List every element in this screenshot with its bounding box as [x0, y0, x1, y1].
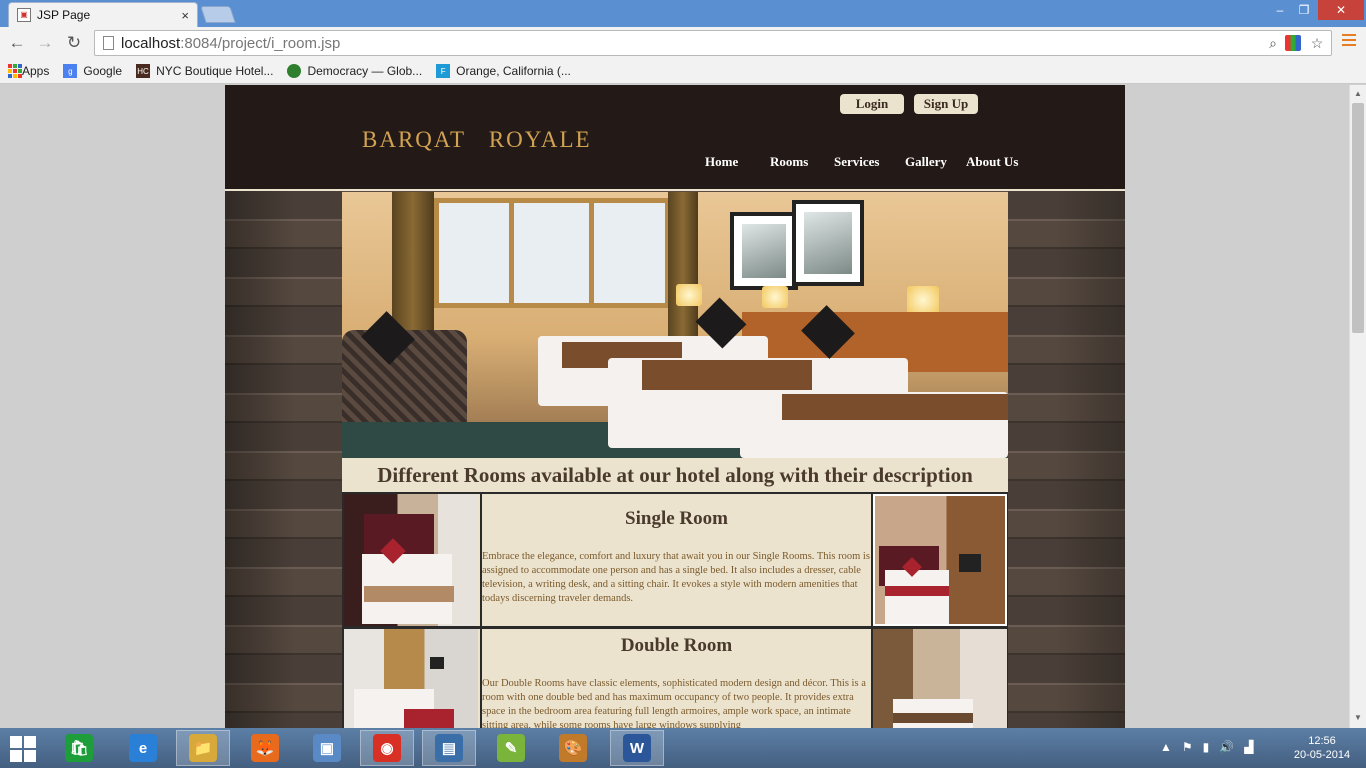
- bookmark-label: Google: [83, 64, 123, 78]
- close-window-button[interactable]: ✕: [1318, 0, 1364, 20]
- apps-grid-icon: [8, 64, 22, 78]
- file-explorer-icon: 📁: [189, 734, 217, 762]
- taskbar-app-button[interactable]: 📁: [176, 730, 230, 766]
- browser-toolbar: ← → ↻ localhost:8084/project/i_room.jsp …: [0, 27, 1366, 59]
- single-room-description-panel: Single Room Embrace the elegance, comfor…: [480, 494, 873, 626]
- double-room-image-right: [873, 629, 1007, 728]
- back-button[interactable]: ←: [6, 32, 28, 54]
- taskbar-app-button[interactable]: ▤: [422, 730, 476, 766]
- double-room-image-left: [344, 629, 478, 728]
- room-row-single: Single Room Embrace the elegance, comfor…: [342, 492, 1008, 628]
- minimize-window-button[interactable]: –: [1268, 0, 1292, 20]
- zoom-icon[interactable]: ⌕: [1265, 35, 1281, 51]
- windows-taskbar: 🛍 e 📁 🦊 ▣ ◉ ▤ ✎ 🎨 W ▲ ⚑ ▮ 🔊 ▟ 12:56 20-05-2014: [0, 728, 1366, 768]
- bookmarks-bar: Apps g Google HC NYC Boutique Hotel... D…: [0, 59, 1366, 84]
- bookmark-star-icon[interactable]: ☆: [1309, 35, 1325, 51]
- room-row-double: Double Room Our Double Rooms have classi…: [342, 627, 1008, 728]
- virtualbox-icon: ▣: [313, 734, 341, 762]
- rooms-heading: Different Rooms available at our hotel a…: [377, 463, 973, 487]
- bookmark-nyc-hotel[interactable]: HC NYC Boutique Hotel...: [136, 64, 273, 78]
- site-logo[interactable]: BARQAT ROYALE: [362, 127, 592, 153]
- show-hidden-icons-icon[interactable]: ▲: [1160, 740, 1172, 754]
- firefox-icon: 🦊: [251, 734, 279, 762]
- start-button[interactable]: [10, 736, 38, 762]
- close-tab-icon[interactable]: ×: [181, 8, 189, 23]
- globe-icon: [287, 64, 302, 78]
- nav-home[interactable]: Home: [705, 154, 738, 170]
- bookmark-democracy[interactable]: Democracy — Glob...: [287, 64, 422, 78]
- power-icon[interactable]: ▮: [1203, 740, 1210, 754]
- web-page: BARQAT ROYALE Login Sign Up Home Rooms S…: [225, 85, 1125, 728]
- remote-desktop-icon: ▤: [435, 734, 463, 762]
- system-tray: ▲ ⚑ ▮ 🔊 ▟: [1160, 740, 1253, 754]
- paint-icon: 🎨: [559, 734, 587, 762]
- forward-button[interactable]: →: [34, 32, 56, 54]
- room-title: Single Room: [625, 508, 728, 529]
- new-tab-button[interactable]: [200, 6, 236, 23]
- f-icon: F: [436, 64, 451, 78]
- taskbar-app-button[interactable]: e: [116, 730, 170, 766]
- browser-menu-icon[interactable]: [1342, 34, 1356, 48]
- volume-icon[interactable]: 🔊: [1219, 740, 1234, 754]
- taskbar-app-button[interactable]: ▣: [300, 730, 354, 766]
- room-description: Embrace the elegance, comfort and luxury…: [482, 551, 870, 604]
- hc-icon: HC: [136, 64, 151, 78]
- network-icon[interactable]: ▟: [1244, 740, 1253, 754]
- url-text: localhost:8084/project/i_room.jsp: [121, 35, 341, 52]
- notepad-icon: ✎: [497, 734, 525, 762]
- scrollbar-thumb[interactable]: [1352, 103, 1364, 333]
- page-icon: [103, 36, 114, 50]
- action-center-flag-icon[interactable]: ⚑: [1182, 740, 1193, 754]
- taskbar-app-button[interactable]: 🛍: [52, 730, 106, 766]
- scroll-down-icon[interactable]: ▼: [1354, 713, 1362, 722]
- wood-panel-left: [225, 191, 342, 728]
- nav-rooms[interactable]: Rooms: [770, 154, 808, 170]
- browser-tab[interactable]: ▣ JSP Page ×: [8, 2, 198, 27]
- bookmark-google[interactable]: g Google: [63, 64, 122, 78]
- extension-icon[interactable]: [1285, 35, 1301, 51]
- scroll-up-icon[interactable]: ▲: [1354, 89, 1362, 98]
- single-room-image-left: [344, 494, 478, 626]
- store-icon: 🛍: [65, 734, 93, 762]
- system-clock[interactable]: 12:56 20-05-2014: [1292, 734, 1352, 762]
- bookmark-label: NYC Boutique Hotel...: [156, 64, 274, 78]
- clock-date: 20-05-2014: [1293, 749, 1351, 761]
- nav-services[interactable]: Services: [834, 154, 879, 170]
- taskbar-app-button[interactable]: ◉: [360, 730, 414, 766]
- single-room-image-right: [873, 494, 1007, 626]
- bookmark-orange-ca[interactable]: F Orange, California (...: [436, 64, 571, 78]
- word-icon: W: [623, 734, 651, 762]
- taskbar-app-button[interactable]: ✎: [484, 730, 538, 766]
- wood-panel-right: [1008, 191, 1125, 728]
- room-title: Double Room: [620, 635, 733, 656]
- taskbar-app-button[interactable]: W: [610, 730, 664, 766]
- site-header: BARQAT ROYALE Login Sign Up Home Rooms S…: [225, 85, 1125, 191]
- chrome-icon: ◉: [373, 734, 401, 762]
- bookmark-apps[interactable]: Apps: [8, 64, 49, 78]
- nav-gallery[interactable]: Gallery: [905, 154, 947, 170]
- page-favicon-icon: ▣: [17, 8, 31, 22]
- bookmark-label: Democracy — Glob...: [307, 64, 423, 78]
- bookmark-label: Apps: [22, 64, 50, 78]
- nav-about-us[interactable]: About Us: [966, 154, 1018, 170]
- double-room-description-panel: Double Room Our Double Rooms have classi…: [480, 629, 873, 728]
- maximize-window-button[interactable]: ❐: [1292, 0, 1316, 20]
- page-scrollbar[interactable]: ▲ ▼: [1349, 85, 1366, 728]
- internet-explorer-icon: e: [129, 734, 157, 762]
- hotel-room-hero-image: [342, 192, 1008, 458]
- taskbar-app-button[interactable]: 🎨: [546, 730, 600, 766]
- bookmark-label: Orange, California (...: [456, 64, 571, 78]
- tab-title: JSP Page: [37, 8, 91, 22]
- clock-time: 12:56: [1308, 735, 1336, 747]
- taskbar-app-button[interactable]: 🦊: [238, 730, 292, 766]
- signup-button[interactable]: Sign Up: [914, 94, 978, 114]
- google-icon: g: [63, 64, 78, 78]
- login-button[interactable]: Login: [840, 94, 904, 114]
- browser-titlebar: ▣ JSP Page × – ❐ ✕: [0, 0, 1366, 27]
- address-bar[interactable]: localhost:8084/project/i_room.jsp ⌕ ☆: [94, 30, 1332, 56]
- main-content: Different Rooms available at our hotel a…: [342, 192, 1008, 728]
- room-description: Our Double Rooms have classic elements, …: [482, 678, 866, 728]
- reload-button[interactable]: ↻: [63, 32, 85, 54]
